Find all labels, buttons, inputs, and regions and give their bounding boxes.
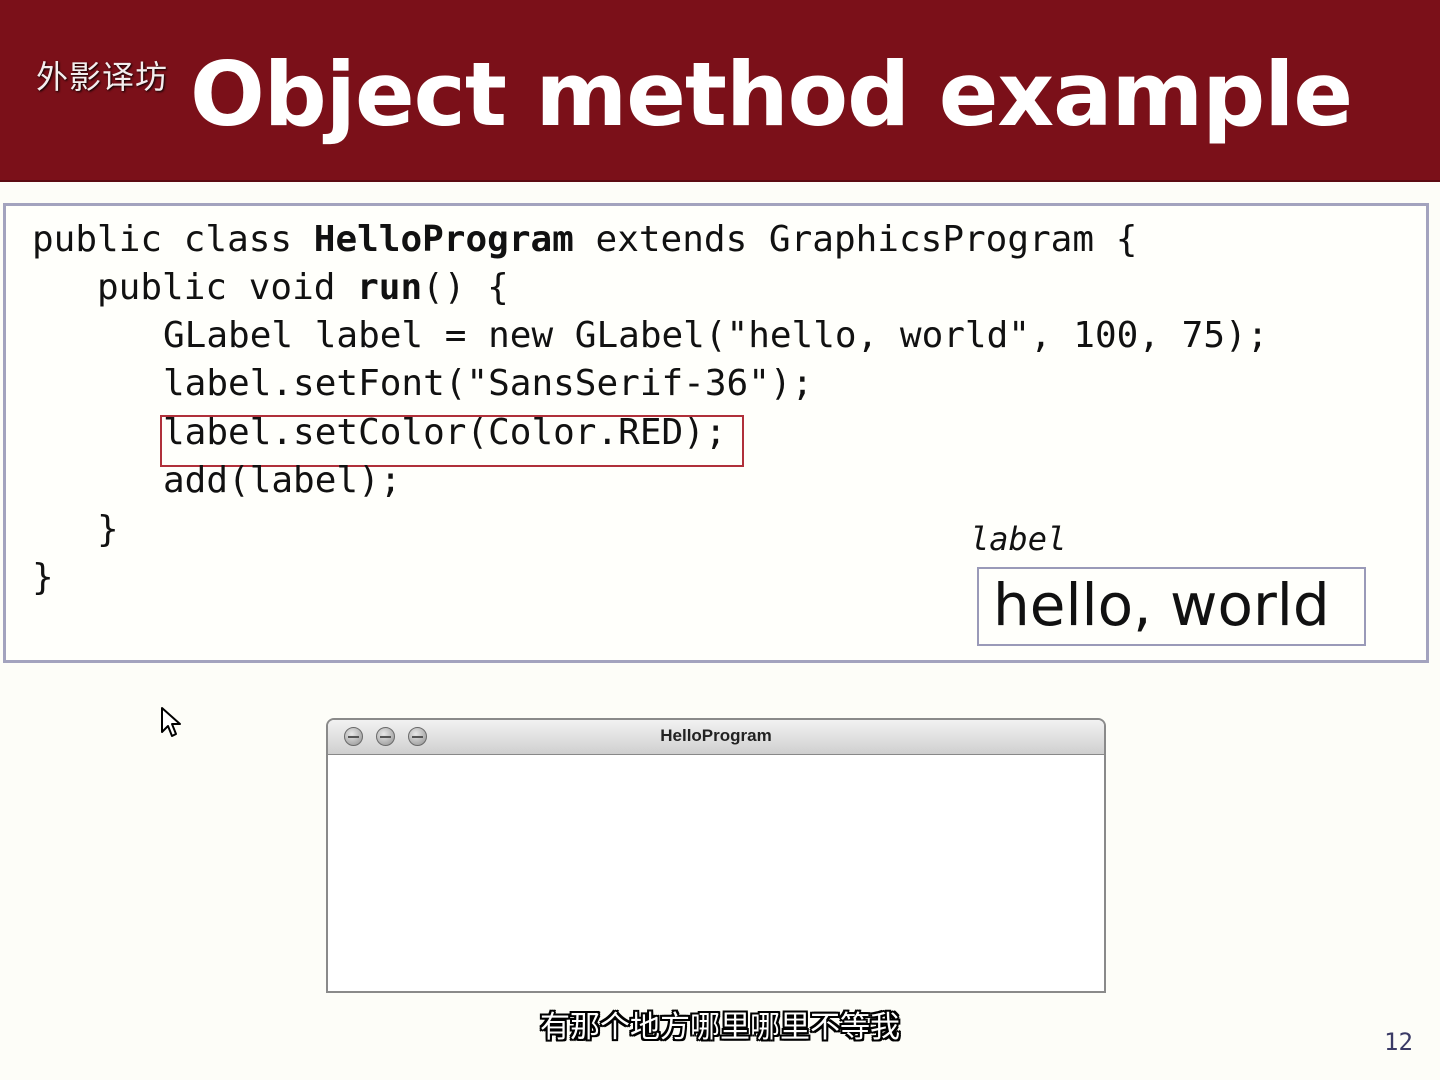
- code-token: public class: [32, 219, 314, 260]
- code-class-name: HelloProgram: [313, 219, 574, 260]
- program-window: HelloProgram: [326, 718, 1106, 993]
- variable-box: hello, world: [977, 567, 1366, 646]
- watermark-logo: 外影译坊: [36, 58, 169, 96]
- variable-name: label: [970, 520, 1067, 558]
- slide-title: Object method example: [190, 43, 1353, 146]
- window-titlebar[interactable]: HelloProgram: [328, 720, 1104, 755]
- code-line-1: public class HelloProgram extends Graphi…: [32, 216, 1137, 264]
- video-subtitle: 有那个地方哪里哪里不等我: [540, 1010, 900, 1045]
- variable-value: hello, world: [993, 571, 1330, 639]
- code-method-name: run: [357, 267, 423, 308]
- code-token: () {: [422, 267, 509, 308]
- code-line-3: GLabel label = new GLabel("hello, world"…: [163, 315, 1269, 356]
- code-token: extends GraphicsProgram {: [573, 219, 1138, 260]
- code-line-2: public void run() {: [97, 264, 509, 312]
- code-line-8: }: [32, 557, 54, 598]
- page-number: 12: [1384, 1028, 1413, 1056]
- code-line-4: label.setFont("SansSerif-36");: [163, 363, 814, 404]
- window-title: HelloProgram: [660, 726, 772, 745]
- code-token: public void: [97, 267, 358, 308]
- code-line-6: add(label);: [163, 460, 402, 501]
- mouse-pointer-icon: [161, 707, 181, 737]
- code-line-7: }: [97, 509, 119, 550]
- slide-header: 外影译坊 Object method example: [0, 0, 1440, 182]
